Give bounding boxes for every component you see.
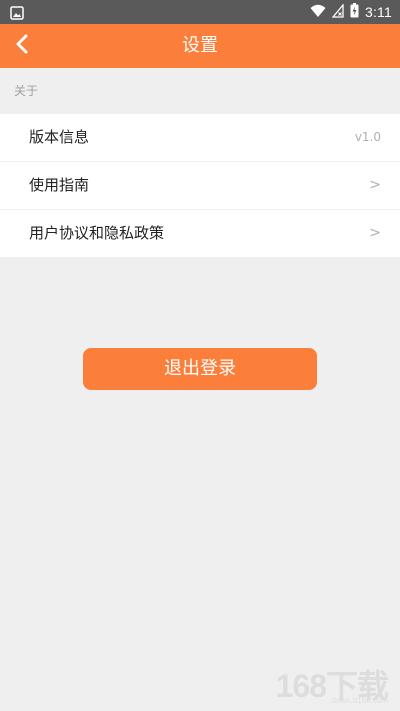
settings-list: 版本信息 v1.0 使用指南 > 用户协议和隐私政策 > [0,114,400,257]
watermark-logo: 168下载 down.tt168.com [244,659,394,705]
list-item-label: 用户协议和隐私政策 [29,224,165,242]
list-item-label: 使用指南 [29,176,90,194]
section-label-about: 关于 [14,84,39,98]
logout-button[interactable]: 退出登录 [83,348,317,390]
chevron-left-icon [15,34,29,58]
back-button[interactable] [0,24,44,68]
signal-icon [331,2,344,22]
battery-charging-icon [350,2,359,22]
watermark-text: 168下载 [275,668,389,704]
list-item-privacy-policy[interactable]: 用户协议和隐私政策 > [0,210,400,257]
list-item-version[interactable]: 版本信息 v1.0 [0,114,400,162]
status-time: 3:11 [364,4,392,20]
chevron-right-icon: > [369,225,381,241]
watermark-url: down.tt168.com [331,696,388,705]
version-value: v1.0 [354,130,381,144]
chevron-right-icon: > [369,177,381,193]
status-right: 3:11 [310,0,392,24]
image-notification-icon [10,5,24,20]
list-item-label: 版本信息 [29,128,90,146]
header-bar: 设置 [0,24,400,68]
list-item-user-guide[interactable]: 使用指南 > [0,162,400,210]
status-bar: 3:11 [0,0,400,24]
wifi-icon [310,3,326,22]
page-title: 设置 [182,35,218,56]
